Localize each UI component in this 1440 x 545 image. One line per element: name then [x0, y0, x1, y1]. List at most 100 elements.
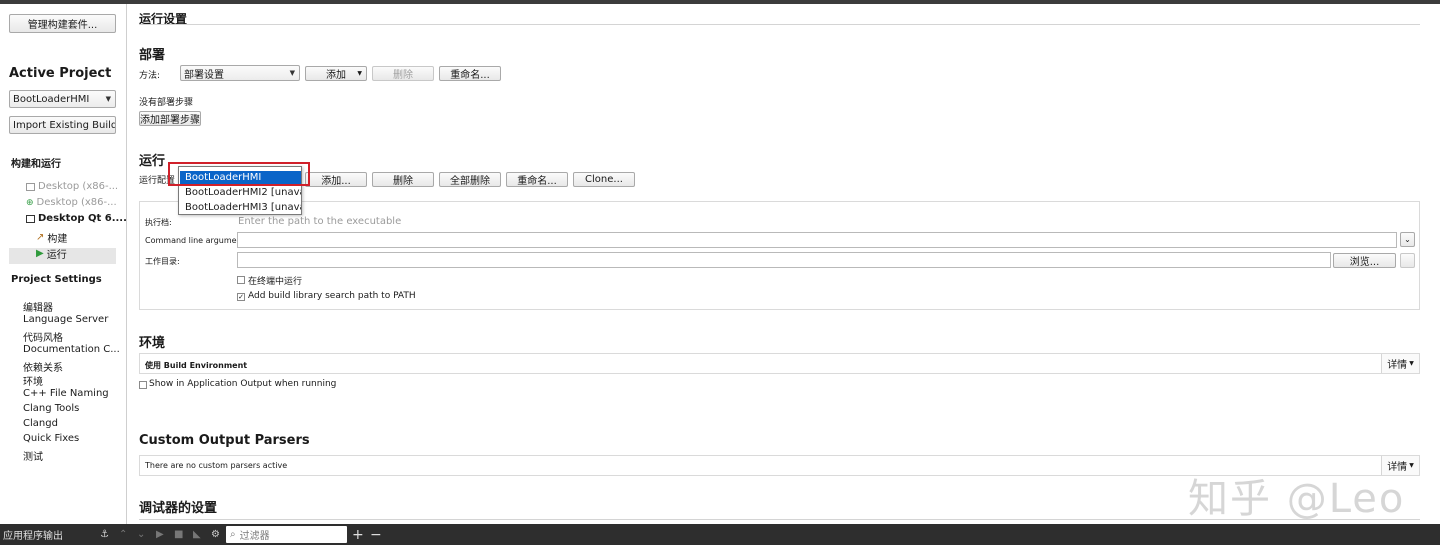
- run-in-terminal-label: 在终端中运行: [248, 277, 303, 287]
- debug-icon[interactable]: ◣: [193, 524, 201, 545]
- args-expand-button[interactable]: ⌄: [1400, 232, 1415, 247]
- monitor-icon: [26, 182, 35, 191]
- deploy-method-label: 方法:: [139, 71, 161, 81]
- settings-item-code-style[interactable]: 代码风格: [23, 329, 63, 344]
- show-output-label: Show in Application Output when running: [149, 379, 337, 389]
- run-delete-all-button[interactable]: 全部删除: [439, 172, 501, 187]
- play-icon: ▶: [36, 248, 44, 259]
- attach-icon[interactable]: ⚓: [100, 524, 109, 545]
- run-heading: 运行: [139, 154, 166, 169]
- run-config-option-3[interactable]: BootLoaderHMI3 [unavailable]: [180, 201, 301, 215]
- chevron-down-icon: ▼: [289, 69, 295, 77]
- args-label: Command line arguments:: [145, 236, 252, 245]
- settings-item-documentation[interactable]: Documentation C...: [23, 344, 120, 355]
- no-deploy-steps-text: 没有部署步骤: [139, 98, 194, 108]
- settings-item-clangd[interactable]: Clangd: [23, 418, 58, 429]
- workdir-input[interactable]: [237, 252, 1331, 268]
- plus-icon[interactable]: +: [352, 524, 364, 545]
- settings-item-tests[interactable]: 测试: [23, 448, 43, 463]
- settings-item-dependencies[interactable]: 依赖关系: [23, 359, 63, 374]
- run-add-button[interactable]: 添加...: [305, 172, 367, 187]
- build-run-heading: 构建和运行: [11, 159, 61, 170]
- check-icon: ✓: [238, 293, 244, 301]
- add-deploy-step-button[interactable]: 添加部署步骤: [139, 111, 201, 126]
- app-output-tab[interactable]: 应用程序输出: [3, 524, 63, 545]
- run-in-terminal-checkbox[interactable]: [237, 276, 245, 284]
- main-content: 运行设置 部署 方法: 部署设置 ▼ 添加 ▼ 删除 重命名... 没有部署步骤…: [128, 4, 1440, 524]
- environment-panel: [139, 353, 1420, 374]
- settings-item-language-server[interactable]: Language Server: [23, 314, 108, 325]
- chevron-down-icon: ⌄: [1404, 235, 1411, 244]
- settings-item-quick-fixes[interactable]: Quick Fixes: [23, 433, 79, 444]
- chevron-down-icon[interactable]: ⌄: [137, 524, 145, 545]
- run-clone-button[interactable]: Clone...: [573, 172, 635, 187]
- kit-item-label: Desktop Qt 6....: [38, 213, 127, 224]
- deploy-method-value: 部署设置: [184, 69, 224, 81]
- reset-workdir-button[interactable]: [1400, 253, 1415, 268]
- manage-kits-button[interactable]: 管理构建套件...: [9, 14, 116, 33]
- gear-icon[interactable]: ⚙: [211, 524, 220, 545]
- kit-item-label: Desktop (x86-...: [36, 197, 117, 208]
- stop-icon[interactable]: ■: [174, 524, 183, 545]
- import-existing-build-button[interactable]: Import Existing Build...: [9, 116, 116, 134]
- executable-placeholder[interactable]: Enter the path to the executable: [238, 216, 401, 227]
- custom-parsers-heading: Custom Output Parsers: [139, 433, 310, 448]
- settings-item-clang-tools[interactable]: Clang Tools: [23, 403, 79, 414]
- kit-item-3[interactable]: Desktop Qt 6....: [26, 213, 127, 224]
- deploy-heading: 部署: [139, 48, 166, 63]
- chevron-up-icon[interactable]: ⌃: [119, 524, 127, 545]
- show-output-checkbox[interactable]: [139, 381, 147, 389]
- output-toolbar: 应用程序输出 ⚓ ⌃ ⌄ ▶ ■ ◣ ⚙ ⌕ 过滤器 + −: [0, 524, 1440, 545]
- title-divider: [139, 24, 1420, 25]
- args-input[interactable]: [237, 232, 1397, 248]
- environment-details-button[interactable]: 详情 ▼: [1381, 354, 1419, 373]
- search-icon: ⌕: [230, 529, 236, 540]
- deploy-add-button[interactable]: 添加 ▼: [305, 66, 367, 81]
- settings-item-editor[interactable]: 编辑器: [23, 299, 53, 314]
- chevron-down-icon: ▼: [1409, 360, 1414, 367]
- use-build-env-label: 使用 Build Environment: [145, 361, 248, 370]
- chevron-down-icon: ▼: [357, 70, 362, 77]
- hammer-icon: ↗: [36, 232, 45, 243]
- chevron-down-icon: ▼: [105, 95, 111, 103]
- monitor-icon: [26, 214, 35, 223]
- plus-circle-icon: ⊕: [26, 197, 34, 208]
- executable-label: 执行档:: [145, 218, 172, 227]
- deploy-add-label: 添加: [326, 70, 346, 81]
- add-lib-path-label: Add build library search path to PATH: [248, 291, 416, 301]
- filter-input[interactable]: ⌕ 过滤器: [226, 526, 347, 543]
- filter-placeholder: 过滤器: [239, 531, 270, 542]
- project-select[interactable]: BootLoaderHMI ▼: [9, 90, 116, 108]
- kit-item-label: Desktop (x86-...: [38, 181, 119, 192]
- sidebar-item-label: 运行: [46, 250, 67, 261]
- active-project-title: Active Project: [9, 66, 112, 81]
- workdir-label: 工作目录:: [145, 257, 180, 266]
- deploy-rename-button[interactable]: 重命名...: [439, 66, 501, 81]
- deploy-method-select[interactable]: 部署设置 ▼: [180, 65, 300, 81]
- details-label: 详情: [1387, 360, 1408, 371]
- kit-item-1[interactable]: Desktop (x86-...: [26, 181, 118, 192]
- no-parsers-text: There are no custom parsers active: [145, 461, 288, 470]
- settings-item-cpp-file-naming[interactable]: C++ File Naming: [23, 388, 109, 399]
- kit-item-2[interactable]: ⊕ Desktop (x86-...: [26, 197, 117, 208]
- run-rename-button[interactable]: 重命名...: [506, 172, 568, 187]
- project-settings-heading: Project Settings: [11, 274, 102, 285]
- deploy-delete-button[interactable]: 删除: [372, 66, 434, 81]
- watermark: 知乎 @Leo: [1188, 476, 1406, 522]
- debugger-settings-heading: 调试器的设置: [139, 501, 218, 516]
- chevron-down-icon: ▼: [1409, 462, 1414, 469]
- browse-button[interactable]: 浏览...: [1333, 253, 1396, 268]
- sidebar-item-label: 构建: [47, 234, 68, 245]
- project-select-value: BootLoaderHMI: [13, 93, 90, 105]
- add-lib-path-checkbox[interactable]: ✓: [237, 293, 245, 301]
- minus-icon[interactable]: −: [370, 524, 382, 545]
- run-delete-button[interactable]: 删除: [372, 172, 434, 187]
- play-icon[interactable]: ▶: [156, 524, 164, 545]
- sidebar-item-build[interactable]: ↗ 构建: [36, 230, 67, 245]
- annotation-highlight-box: [168, 162, 310, 186]
- settings-item-environment[interactable]: 环境: [23, 373, 43, 388]
- sidebar: 管理构建套件... Active Project BootLoaderHMI ▼…: [0, 4, 127, 524]
- environment-heading: 环境: [139, 336, 166, 351]
- run-config-option-2[interactable]: BootLoaderHMI2 [unavailable]: [180, 186, 301, 200]
- sidebar-item-run[interactable]: ▶ 运行: [36, 246, 67, 261]
